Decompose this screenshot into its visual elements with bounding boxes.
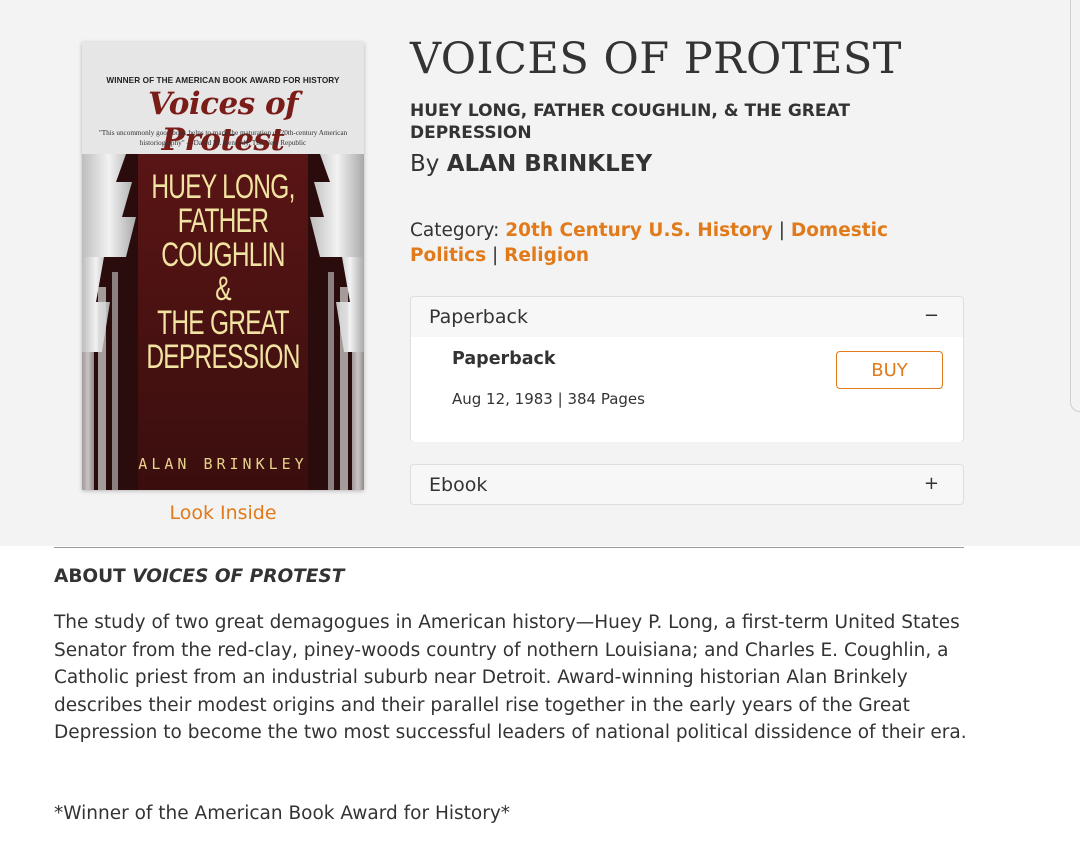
cover-line: COUGHLIN — [161, 236, 285, 274]
about-heading-prefix: ABOUT — [54, 566, 126, 587]
category-list: Category: 20th Century U.S. History | Do… — [410, 218, 970, 268]
award-note: *Winner of the American Book Award for H… — [54, 803, 511, 824]
cover-line: THE GREAT — [157, 304, 290, 342]
cover-line: & — [215, 270, 231, 308]
category-label: Category: — [410, 220, 500, 241]
cover-line: DEPRESSION — [146, 338, 300, 376]
format-name: Paperback — [452, 349, 556, 369]
category-separator: | — [778, 220, 785, 241]
accordion-header-ebook[interactable]: Ebook + — [411, 465, 963, 505]
byline: By ALAN BRINKLEY — [410, 151, 652, 177]
cover-line: HUEY LONG, — [151, 168, 295, 206]
book-title: VOICES OF PROTEST — [410, 34, 902, 84]
accordion-label: Ebook — [429, 474, 488, 496]
book-subtitle: HUEY LONG, FATHER COUGHLIN, & THE GREAT … — [410, 101, 850, 143]
collapse-icon[interactable]: − — [924, 305, 939, 326]
about-heading: ABOUT VOICES OF PROTEST — [54, 566, 344, 587]
category-link-20th-century-us-history[interactable]: 20th Century U.S. History — [505, 220, 773, 241]
accordion-body-paperback: Paperback Aug 12, 1983 | 384 Pages BUY — [411, 337, 963, 442]
cover-line: FATHER — [177, 202, 269, 240]
look-inside-link[interactable]: Look Inside — [82, 502, 364, 524]
category-separator: | — [492, 245, 499, 266]
section-divider — [54, 547, 964, 548]
author-link[interactable]: ALAN BRINKLEY — [447, 151, 652, 177]
cover-quote: "This uncommonly good book helps to mark… — [98, 129, 348, 147]
by-prefix: By — [410, 151, 440, 177]
format-accordion-ebook: Ebook + — [410, 464, 964, 505]
expand-icon[interactable]: + — [924, 473, 939, 494]
book-cover[interactable]: WINNER OF THE AMERICAN BOOK AWARD FOR HI… — [82, 42, 364, 490]
about-heading-title: VOICES OF PROTEST — [132, 566, 345, 587]
format-meta: Aug 12, 1983 | 384 Pages — [452, 390, 645, 408]
buy-button[interactable]: BUY — [836, 351, 943, 389]
category-link-religion[interactable]: Religion — [504, 245, 589, 266]
cover-award-line: WINNER OF THE AMERICAN BOOK AWARD FOR HI… — [106, 76, 340, 85]
format-accordion-paperback: Paperback − Paperback Aug 12, 1983 | 384… — [410, 296, 964, 442]
about-description: The study of two great demagogues in Ame… — [54, 612, 967, 744]
cover-main-title: HUEY LONG, FATHER COUGHLIN & THE GREAT D… — [121, 170, 324, 374]
scroll-edge — [1070, 0, 1080, 412]
accordion-label: Paperback — [429, 306, 528, 328]
accordion-header-paperback[interactable]: Paperback − — [411, 297, 963, 337]
cover-author: ALAN BRINKLEY — [138, 455, 308, 473]
